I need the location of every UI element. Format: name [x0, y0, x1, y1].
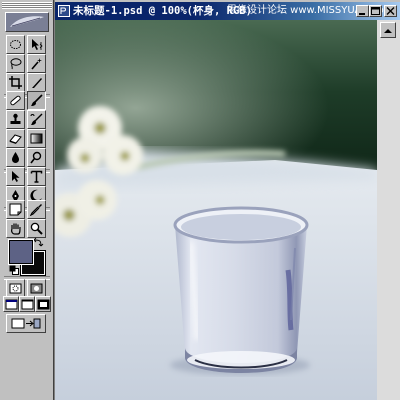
full-screen-menu-mode-button[interactable]: [19, 296, 35, 312]
magic-wand-tool[interactable]: [27, 54, 46, 73]
foreground-color-swatch[interactable]: [9, 240, 33, 264]
eraser-tool[interactable]: [6, 129, 25, 148]
clone-stamp-tool[interactable]: [6, 110, 25, 129]
healing-brush-tool[interactable]: [6, 91, 25, 110]
close-button[interactable]: [384, 5, 397, 17]
history-brush-tool[interactable]: [27, 110, 46, 129]
document-title: 未标题-1.psd @ 100%(杯身, RGB): [73, 5, 252, 17]
lasso-tool[interactable]: [6, 54, 25, 73]
stamp-icon: [10, 113, 21, 124]
history-brush-icon: [30, 113, 43, 125]
gradient-icon: [30, 133, 43, 144]
lasso-icon: [10, 58, 22, 70]
minimize-icon: [359, 13, 365, 15]
document-title-bar[interactable]: 未标题-1.psd @ 100%(杯身, RGB) 思缘设计论坛 www.MIS…: [55, 2, 400, 20]
close-icon: [386, 7, 395, 15]
water-drop-icon: [12, 152, 19, 163]
notes-tool[interactable]: [6, 200, 25, 219]
document-canvas[interactable]: [55, 20, 377, 400]
marquee-tool[interactable]: [6, 35, 25, 54]
dodge-tool[interactable]: [27, 148, 46, 167]
feather-icon: [10, 16, 44, 27]
gradient-tool[interactable]: [27, 129, 46, 148]
magic-wand-icon: [31, 58, 42, 70]
minimize-button[interactable]: [356, 5, 369, 17]
crop-icon: [9, 76, 22, 89]
screen-mode-icon: [5, 299, 17, 309]
scroll-up-button[interactable]: [380, 22, 396, 38]
brush-icon: [31, 94, 43, 106]
bandage-icon: [10, 95, 21, 106]
note-icon: [9, 203, 22, 216]
blur-tool[interactable]: [6, 148, 25, 167]
standard-screen-mode-button[interactable]: [3, 296, 19, 312]
photoshop-document-icon: [58, 5, 70, 17]
eyedropper-tool[interactable]: [27, 200, 46, 219]
document-window: 未标题-1.psd @ 100%(杯身, RGB) 思缘设计论坛 www.MIS…: [55, 0, 400, 400]
move-tool[interactable]: [27, 35, 46, 54]
canvas-artwork: [55, 20, 377, 400]
toolbox-panel: [0, 0, 54, 400]
eraser-icon: [9, 134, 22, 144]
scroll-up-arrow-icon: [384, 29, 392, 33]
screen-mode-menu-icon: [21, 299, 33, 309]
brush-tool[interactable]: [27, 91, 46, 110]
magnifier-icon: [30, 222, 43, 235]
move-icon: [32, 39, 43, 50]
hand-tool[interactable]: [6, 219, 25, 238]
maximize-button[interactable]: [369, 5, 382, 17]
screen-mode-full-icon: [37, 299, 49, 309]
type-tool[interactable]: [27, 167, 46, 186]
path-selection-tool[interactable]: [6, 167, 25, 186]
crop-tool[interactable]: [6, 73, 25, 92]
hand-icon: [11, 223, 21, 235]
dodge-icon: [30, 151, 42, 164]
arrow-pointer-icon: [12, 171, 20, 182]
slice-tool[interactable]: [27, 73, 46, 92]
type-t-icon: [30, 170, 43, 183]
vertical-scrollbar[interactable]: [377, 20, 400, 400]
swap-colors-icon[interactable]: [34, 237, 44, 247]
imageready-icon: [11, 318, 41, 329]
eyedropper-icon: [30, 204, 42, 216]
toolbox-title-bar[interactable]: [2, 2, 52, 9]
marquee-icon: [10, 40, 21, 49]
jump-to-imageready-button[interactable]: [6, 314, 46, 333]
photoshop-logo[interactable]: [5, 12, 49, 32]
full-screen-mode-button[interactable]: [35, 296, 51, 312]
default-colors-icon[interactable]: [9, 265, 19, 275]
slice-knife-icon: [32, 78, 42, 88]
quick-mask-icon: [30, 283, 43, 294]
zoom-tool[interactable]: [27, 219, 46, 238]
standard-mode-icon: [9, 283, 22, 294]
maximize-icon: [371, 7, 380, 15]
